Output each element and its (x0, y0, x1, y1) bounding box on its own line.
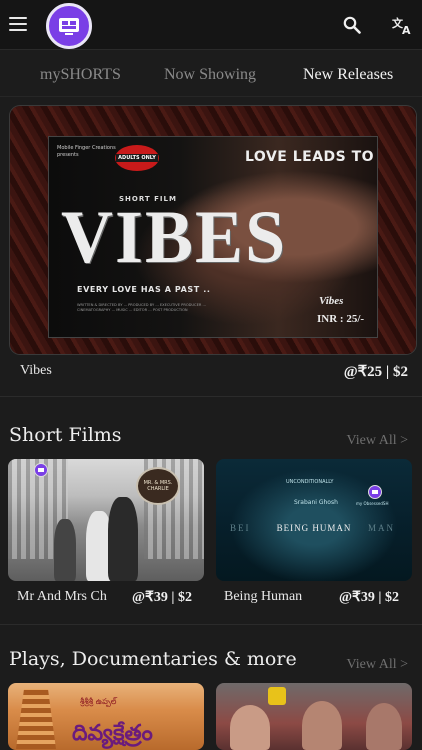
poster-face (366, 703, 402, 750)
tab-myshorts[interactable]: mySHORTS (40, 66, 121, 84)
translate-icon[interactable]: 文 A (392, 15, 414, 35)
card-price: @₹39 | $2 (339, 590, 400, 605)
poster-figure-groom (108, 497, 138, 581)
poster-line-actor: Srabani Ghosh (294, 499, 338, 506)
poster-name: Vibes (319, 295, 344, 307)
mini-logo-icon (368, 485, 382, 499)
poster-line-unconditionally: UNCONDITIONALLY (286, 479, 334, 485)
card-name[interactable]: Mr And Mrs Ch (17, 589, 127, 605)
poster-credits: WRITTEN & DIRECTED BY ... PRODUCED BY ..… (77, 303, 206, 312)
card-documentary-group[interactable] (216, 683, 412, 750)
hamburger-menu-icon[interactable] (9, 17, 27, 31)
card-divya-kshetram[interactable]: శ్రీశ్రీశ్రీ ఉప్పల్ దివ్యక్షేత్రం (8, 683, 204, 750)
mini-logo-icon (34, 463, 48, 477)
poster-figure-side (54, 519, 76, 581)
tab-new-releases[interactable]: New Releases (303, 66, 393, 84)
tab-bar: mySHORTS Now Showing New Releases (0, 58, 422, 96)
tab-now-showing[interactable]: Now Showing (164, 66, 256, 84)
section-divider (0, 396, 422, 397)
section-divider (0, 624, 422, 625)
poster-title: VIBES (61, 195, 288, 279)
view-all-plays-documentaries[interactable]: View All > (347, 657, 409, 673)
poster-subtitle: శ్రీశ్రీశ్రీ ఉప్పల్ (80, 697, 117, 706)
poster-tagline-bottom: EVERY LOVE HAS A PAST .. (77, 285, 211, 294)
poster-tagline-top: LOVE LEADS TO CRIME (245, 149, 377, 165)
hero-banner[interactable]: Mobile Finger Creations presents ADULTS … (10, 106, 416, 354)
app-logo[interactable] (46, 3, 92, 49)
section-title-short-films: Short Films (9, 424, 122, 446)
poster-temple (16, 689, 56, 749)
card-price: @₹39 | $2 (132, 590, 193, 605)
poster-brand: my ObsessedSH (356, 501, 389, 506)
poster-logo-icon (268, 687, 286, 705)
tabs-divider (0, 96, 422, 97)
svg-text:A: A (402, 24, 411, 35)
poster-creators: Mobile Finger Creations presents (57, 145, 116, 158)
poster-title: దివ్యక్షేత్రం (72, 721, 153, 746)
hero-poster: Mobile Finger Creations presents ADULTS … (48, 136, 378, 338)
hero-title[interactable]: Vibes (20, 363, 52, 379)
poster-face (230, 705, 270, 750)
poster-price: INR : 25/- (317, 313, 365, 325)
poster-face (302, 701, 342, 750)
adults-only-badge: ADULTS ONLY (115, 145, 159, 171)
card-name[interactable]: Being Human (224, 589, 316, 605)
section-title-plays-documentaries: Plays, Documentaries & more (9, 648, 297, 670)
card-mr-and-mrs-charlie[interactable]: MR. & MRS. CHARLIE (8, 459, 204, 581)
poster-sign: MR. & MRS. CHARLIE (136, 467, 180, 505)
card-being-human[interactable]: UNCONDITIONALLY Srabani Ghosh BEI BEING … (216, 459, 412, 581)
poster-ghost-right: MAN (368, 523, 396, 533)
logo-mark-icon (59, 18, 79, 35)
hero-price: @₹25 | $2 (343, 364, 408, 380)
top-app-bar: 文 A (0, 0, 422, 50)
view-all-short-films[interactable]: View All > (347, 433, 409, 449)
search-icon[interactable] (343, 16, 361, 34)
